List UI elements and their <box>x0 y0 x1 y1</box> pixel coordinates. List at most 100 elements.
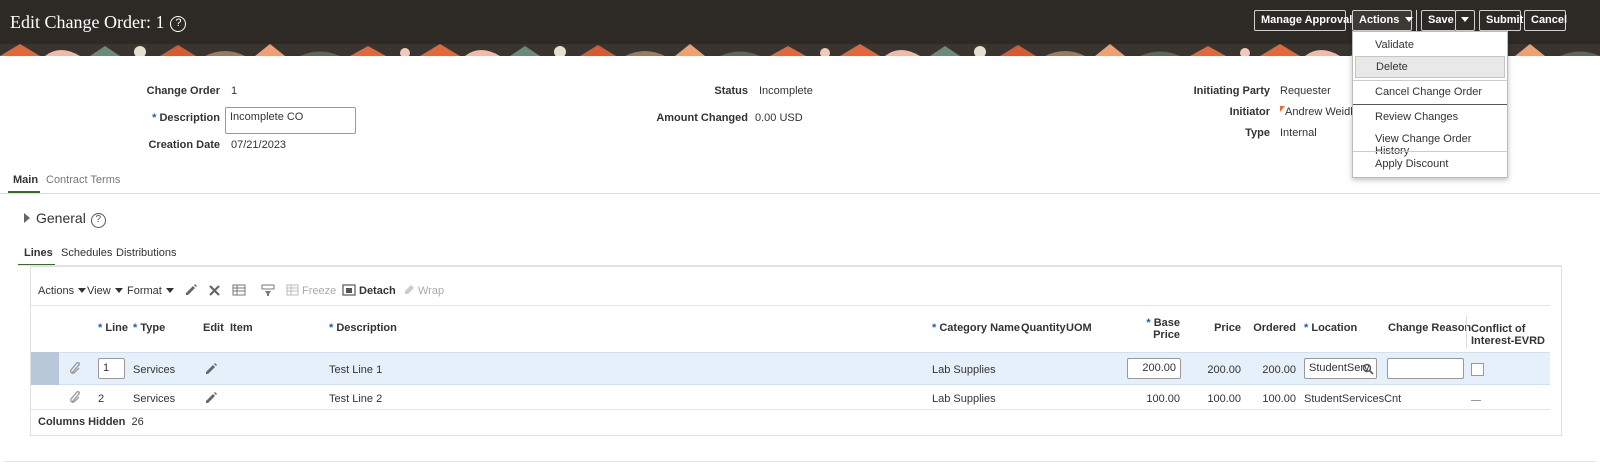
submit-button[interactable]: Submit <box>1479 10 1523 31</box>
column-header-change-reason[interactable]: Change Reason <box>1388 322 1471 334</box>
column-header-uom[interactable]: UOM <box>1066 322 1092 334</box>
column-header-base-price[interactable]: * Base Price <box>1140 317 1180 341</box>
general-section-header[interactable]: General? <box>24 210 106 228</box>
required-indicator: * <box>152 112 157 124</box>
column-header-category-name[interactable]: * Category Name <box>932 322 1020 334</box>
lines-panel <box>30 266 1562 436</box>
help-icon[interactable]: ? <box>90 213 106 228</box>
column-header-price[interactable]: Price <box>1210 322 1241 334</box>
table-format-menu[interactable]: Format <box>127 285 174 297</box>
column-header-location[interactable]: * Location <box>1304 322 1357 334</box>
amount-changed-label: Amount Changed <box>656 112 748 124</box>
manage-approvals-button[interactable]: Manage Approvals <box>1254 10 1358 31</box>
actions-button[interactable]: Actions <box>1352 10 1414 31</box>
column-header-description[interactable]: * Description <box>329 322 397 334</box>
tab-schedules[interactable]: Schedules <box>61 247 112 259</box>
actions-dropdown-menu: Validate Delete Cancel Change Order Revi… <box>1352 31 1508 178</box>
chevron-down-icon <box>165 288 174 293</box>
attachment-icon[interactable] <box>68 391 82 405</box>
page-title: Edit Change Order: 1? <box>10 12 187 33</box>
base-price-cell: 100.00 <box>1146 393 1180 405</box>
tab-lines[interactable]: Lines <box>24 247 53 259</box>
divider <box>31 409 1550 410</box>
initiating-party-value: Requester <box>1280 85 1331 97</box>
change-reason-input[interactable] <box>1387 358 1464 379</box>
ordered-cell: 100.00 <box>1262 393 1296 405</box>
line-number-input[interactable]: 1 <box>98 358 125 379</box>
description-cell: Test Line 2 <box>329 393 383 405</box>
menu-item-review-changes[interactable]: Review Changes <box>1375 111 1458 123</box>
expand-icon <box>24 213 30 223</box>
menu-item-cancel-change-order[interactable]: Cancel Change Order <box>1375 86 1482 98</box>
initiator-value[interactable]: Andrew Weidler <box>1280 106 1362 118</box>
help-icon[interactable]: ? <box>170 16 187 32</box>
row-header[interactable] <box>31 352 59 385</box>
type-label: Type <box>1245 127 1270 139</box>
menu-separator <box>1353 151 1507 152</box>
category-cell: Lab Supplies <box>932 393 996 405</box>
wrap-button: Wrap <box>418 285 445 297</box>
initiating-party-label: Initiating Party <box>1193 85 1270 97</box>
edit-icon[interactable] <box>204 362 217 375</box>
save-button[interactable]: Save <box>1421 10 1456 31</box>
ordered-cell: 200.00 <box>1262 364 1296 376</box>
column-header-type[interactable]: * Type <box>133 322 165 334</box>
table-actions-menu[interactable]: Actions <box>38 285 87 297</box>
detach-icon[interactable] <box>342 283 356 297</box>
category-cell: Lab Supplies <box>932 364 996 376</box>
column-header-item[interactable]: Item <box>230 322 253 334</box>
line-number-cell: 2 <box>98 393 105 405</box>
tab-distributions[interactable]: Distributions <box>116 247 177 259</box>
freeze-button: Freeze <box>302 285 337 297</box>
amount-changed-value: 0.00 USD <box>755 112 803 124</box>
save-options-button[interactable] <box>1455 10 1475 31</box>
tab-main[interactable]: Main <box>13 174 38 186</box>
edit-icon[interactable] <box>184 283 198 297</box>
columns-hidden-count: 26 <box>131 416 144 428</box>
menu-item-delete[interactable]: Delete <box>1355 56 1505 78</box>
status-value: Incomplete <box>759 85 813 97</box>
divider <box>31 305 1550 306</box>
checkbox-placeholder <box>1471 400 1481 401</box>
price-cell: 100.00 <box>1207 393 1241 405</box>
menu-item-validate[interactable]: Validate <box>1375 39 1414 51</box>
freeze-icon <box>286 284 299 296</box>
insert-rows-icon[interactable] <box>232 283 246 297</box>
base-price-input[interactable]: 200.00 <box>1127 358 1181 379</box>
divider <box>0 193 1600 194</box>
type-value: Internal <box>1280 127 1317 139</box>
divider <box>1416 10 1417 31</box>
type-cell: Services <box>133 364 176 376</box>
column-header-line[interactable]: * Line <box>98 322 128 334</box>
menu-separator <box>1353 80 1507 81</box>
tab-contract-terms[interactable]: Contract Terms <box>46 174 120 186</box>
query-by-example-icon[interactable] <box>261 283 275 297</box>
menu-separator <box>1353 104 1507 105</box>
initiator-label: Initiator <box>1229 106 1270 118</box>
chevron-down-icon <box>78 288 87 293</box>
description-cell: Test Line 1 <box>329 364 383 376</box>
description-input[interactable]: Incomplete CO <box>225 107 356 134</box>
type-cell: Services <box>133 393 176 405</box>
column-header-conflict-of-interest[interactable]: Conflict of Interest-EVRD <box>1471 323 1545 347</box>
table-view-menu[interactable]: View <box>87 285 123 297</box>
wrap-icon <box>405 285 414 294</box>
change-order-label: Change Order <box>146 85 220 97</box>
price-cell: 200.00 <box>1207 364 1241 376</box>
cancel-button[interactable]: Cancel <box>1524 10 1567 31</box>
menu-item-apply-discount[interactable]: Apply Discount <box>1375 158 1448 170</box>
delete-icon[interactable] <box>208 284 221 297</box>
detach-button[interactable]: Detach <box>359 285 396 297</box>
column-separator <box>1466 316 1467 348</box>
menu-item-view-change-order-history[interactable]: View Change Order History <box>1375 133 1507 157</box>
edit-icon[interactable] <box>204 391 217 404</box>
chevron-down-icon <box>1405 17 1414 22</box>
conflict-of-interest-checkbox[interactable] <box>1471 363 1484 376</box>
location-cell: StudentServicesCnt <box>1304 393 1402 405</box>
chevron-down-icon <box>1461 17 1469 22</box>
column-header-edit[interactable]: Edit <box>203 322 224 334</box>
column-header-quantity[interactable]: Quantity <box>1021 322 1066 334</box>
column-header-ordered[interactable]: Ordered <box>1250 322 1296 334</box>
search-icon[interactable] <box>1362 363 1374 375</box>
attachment-icon[interactable] <box>68 362 82 376</box>
